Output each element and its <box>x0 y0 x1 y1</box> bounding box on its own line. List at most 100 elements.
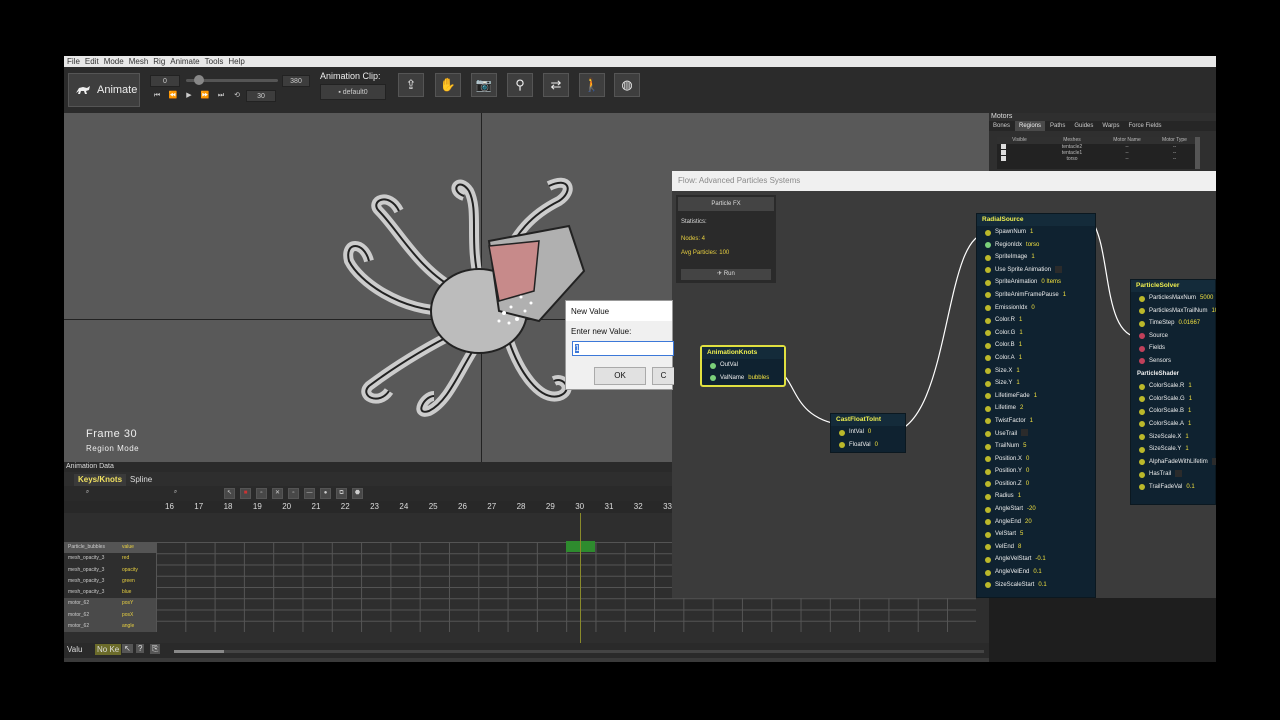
node-port[interactable]: ParticlesMaxNum 5000 <box>1131 292 1215 305</box>
port-connector-icon[interactable] <box>985 380 991 387</box>
port-connector-icon[interactable] <box>985 254 991 261</box>
port-value[interactable]: 2 <box>1020 405 1023 411</box>
port-connector-icon[interactable] <box>985 468 991 475</box>
port-connector-icon[interactable] <box>1139 383 1145 390</box>
port-value[interactable]: 0 <box>1026 481 1029 487</box>
node-port[interactable]: SizeScale.Y 1 <box>1131 443 1215 456</box>
port-connector-icon[interactable] <box>985 582 991 589</box>
port-connector-icon[interactable] <box>1139 484 1145 491</box>
node-port[interactable]: AngleVelStart -0.1 <box>977 553 1095 566</box>
new-value-input[interactable]: 1 <box>572 341 674 356</box>
node-port[interactable]: HasTrail <box>1131 468 1215 481</box>
node-port[interactable]: Size.X 1 <box>977 365 1095 378</box>
node-port[interactable]: Color.G 1 <box>977 327 1095 340</box>
menu-item-tools[interactable]: Tools <box>205 56 224 67</box>
step-back-icon[interactable]: ⏪ <box>166 90 180 102</box>
node-port[interactable]: ValName bubbles <box>702 372 784 385</box>
port-value[interactable]: bubbles <box>748 375 769 381</box>
ease-icon[interactable]: ● <box>320 488 331 499</box>
port-value[interactable]: torso <box>1026 242 1039 248</box>
timeline-scroll-thumb[interactable] <box>174 650 224 653</box>
checkbox-icon[interactable] <box>1001 150 1006 155</box>
port-connector-icon[interactable] <box>985 342 991 349</box>
menu-item-file[interactable]: File <box>67 56 80 67</box>
menu-item-help[interactable]: Help <box>228 56 244 67</box>
motors-scrollbar[interactable] <box>1195 137 1200 169</box>
step-forward-icon[interactable]: ⏩ <box>198 90 212 102</box>
zoom-out-icon[interactable]: ⌕ <box>82 488 93 499</box>
node-port[interactable]: Fields <box>1131 342 1215 355</box>
track-row[interactable]: motor_62 posY <box>64 598 156 610</box>
node-port[interactable]: Source <box>1131 330 1215 343</box>
node-port[interactable]: Position.Y 0 <box>977 465 1095 478</box>
pointer-tool-icon[interactable]: ↖ <box>122 644 133 653</box>
menu-item-edit[interactable]: Edit <box>85 56 99 67</box>
port-value[interactable]: -20 <box>1027 506 1036 512</box>
record-icon[interactable]: ■ <box>240 488 251 499</box>
port-connector-icon[interactable] <box>985 305 991 312</box>
node-port[interactable]: Radius 1 <box>977 490 1095 503</box>
globe-icon[interactable]: ◍ <box>614 73 640 97</box>
cast-float-to-int-node[interactable]: CastFloatToInt IntVal 0 FloatVal 0 <box>830 413 906 453</box>
node-port[interactable]: RegionIdx torso <box>977 239 1095 252</box>
zoom-in-icon[interactable]: ⌕ <box>170 488 181 499</box>
port-connector-icon[interactable] <box>985 292 991 299</box>
motors-tab-force-fields[interactable]: Force Fields <box>1125 121 1166 131</box>
export-icon[interactable]: ⇪ <box>398 73 424 97</box>
port-connector-icon[interactable] <box>985 569 991 576</box>
port-connector-icon[interactable] <box>985 317 991 324</box>
menu-item-mesh[interactable]: Mesh <box>129 56 149 67</box>
node-port[interactable]: ColorScale.B 1 <box>1131 405 1215 418</box>
node-port[interactable]: Lifetime 2 <box>977 402 1095 415</box>
port-value[interactable]: -0.1 <box>1035 556 1045 562</box>
ok-button[interactable]: OK <box>594 367 646 385</box>
port-connector-icon[interactable] <box>985 456 991 463</box>
port-value[interactable]: 1 <box>1188 408 1191 414</box>
port-value[interactable]: 0.1 <box>1033 569 1041 575</box>
node-port[interactable]: SpriteImage 1 <box>977 251 1095 264</box>
port-value[interactable]: 5 <box>1023 443 1026 449</box>
port-value[interactable]: 0 <box>875 442 878 448</box>
pin-icon[interactable]: ✋ <box>435 73 461 97</box>
menu-item-rig[interactable]: Rig <box>153 56 165 67</box>
port-value[interactable]: 1 <box>1030 229 1033 235</box>
port-value[interactable]: 1 <box>1063 292 1066 298</box>
step-icon[interactable]: ⬣ <box>352 488 363 499</box>
checkbox[interactable] <box>1211 457 1216 465</box>
cut-icon[interactable]: ✕ <box>272 488 283 499</box>
port-connector-icon[interactable] <box>985 493 991 500</box>
tab-keys-knots[interactable]: Keys/Knots <box>74 474 127 486</box>
port-value[interactable]: 1 <box>1016 368 1019 374</box>
loop-tool-icon[interactable]: ⇄ <box>543 73 569 97</box>
port-connector-icon[interactable] <box>1139 421 1145 428</box>
node-canvas[interactable]: Particle FX Statistics: Nodes: 4 Avg Par… <box>672 191 1216 598</box>
port-connector-icon[interactable] <box>985 330 991 337</box>
checkbox-icon[interactable] <box>1001 144 1006 149</box>
port-connector-icon[interactable] <box>985 418 991 425</box>
port-connector-icon[interactable] <box>985 279 991 286</box>
port-connector-icon[interactable] <box>985 544 991 551</box>
port-connector-icon[interactable] <box>985 443 991 450</box>
node-port[interactable]: TrailNum 5 <box>977 440 1095 453</box>
port-value[interactable]: 1 <box>1019 342 1022 348</box>
delete-key-icon[interactable]: ▫ <box>256 488 267 499</box>
tab-spline[interactable]: Spline <box>126 474 156 486</box>
port-connector-icon[interactable] <box>839 442 845 449</box>
node-port[interactable]: Position.X 0 <box>977 453 1095 466</box>
node-port[interactable]: AlphaFadeWithLifetim <box>1131 456 1216 469</box>
node-port[interactable]: IntVal 0 <box>831 426 905 439</box>
copy-icon[interactable]: ⎘ <box>150 644 161 654</box>
node-port[interactable]: EmissionIdx 0 <box>977 302 1095 315</box>
play-icon[interactable]: ▶ <box>182 90 196 102</box>
port-value[interactable]: 1 <box>1185 434 1188 440</box>
node-port[interactable]: Use Sprite Animation <box>977 264 1095 277</box>
timeline-slider-knob[interactable] <box>194 75 204 85</box>
step-field[interactable]: 30 <box>246 90 276 102</box>
port-value[interactable]: 5 <box>1020 531 1023 537</box>
node-port[interactable]: Color.R 1 <box>977 314 1095 327</box>
port-connector-icon[interactable] <box>985 556 991 563</box>
flow-window-title[interactable]: Flow: Advanced Particles Systems <box>672 171 1216 191</box>
menu-item-mode[interactable]: Mode <box>104 56 124 67</box>
port-value[interactable]: 1 <box>1019 355 1022 361</box>
port-connector-icon[interactable] <box>1139 295 1145 302</box>
